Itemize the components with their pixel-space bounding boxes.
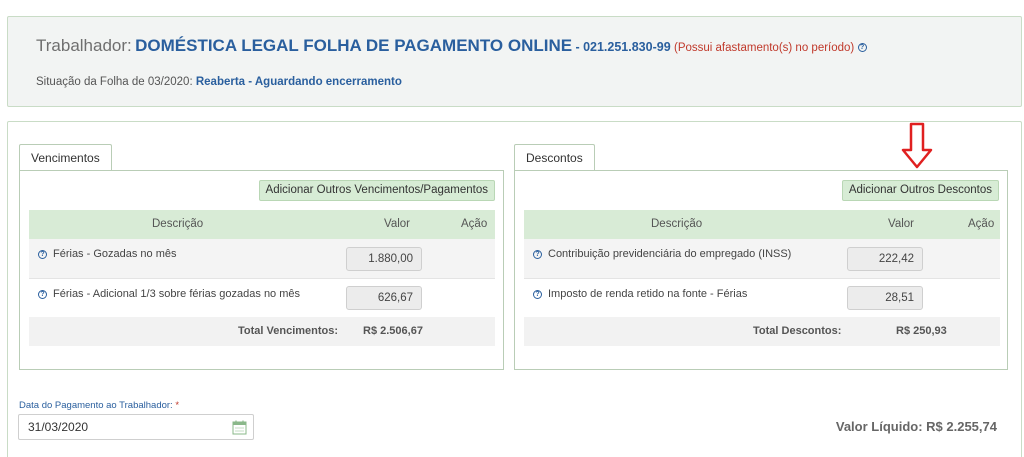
col-valor: Valor — [888, 218, 914, 230]
total-descontos-value: R$ 250,93 — [896, 325, 947, 337]
row-description: ? Contribuição previdenciária do empregad… — [533, 248, 791, 260]
payment-date-label: Data do Pagamento ao Trabalhador: * — [19, 400, 180, 411]
table-row: ? Contribuição previdenciária do empregad… — [524, 239, 1000, 279]
col-acao: Ação — [461, 218, 488, 230]
row-value: 1.880,00 — [346, 247, 422, 271]
total-vencimentos-value: R$ 2.506,67 — [363, 325, 423, 337]
tab-vencimentos[interactable]: Vencimentos — [19, 144, 112, 171]
add-descontos-button[interactable]: Adicionar Outros Descontos — [841, 180, 999, 201]
situacao-label: Situação da Folha de 03/2020: — [36, 76, 193, 88]
descontos-table-header: Descrição Valor Ação — [524, 210, 1000, 239]
afastamento-note: (Possui afastamento(s) no período) — [674, 42, 855, 54]
trabalhador-cpf: - 021.251.830-99 — [575, 40, 671, 54]
required-mark: * — [175, 400, 180, 411]
row-value: 28,51 — [847, 286, 923, 310]
total-descontos-row: Total Descontos: R$ 250,93 — [524, 317, 1000, 346]
table-row: ? Férias - Adicional 1/3 sobre férias goz… — [29, 279, 495, 319]
table-row: ? Imposto de renda retido na fonte - Féri… — [524, 279, 1000, 319]
tab-descontos[interactable]: Descontos — [514, 144, 595, 171]
col-descricao: Descrição — [651, 218, 703, 230]
help-icon[interactable]: ? — [533, 289, 542, 299]
help-icon[interactable]: ? — [38, 289, 47, 299]
trabalhador-label: Trabalhador: — [36, 36, 132, 55]
total-descontos-label: Total Descontos: — [753, 325, 842, 337]
payment-date-value: 31/03/2020 — [28, 420, 89, 434]
vencimentos-table-header: Descrição Valor Ação — [29, 210, 495, 239]
total-vencimentos-label: Total Vencimentos: — [238, 325, 339, 337]
col-acao: Ação — [968, 218, 995, 230]
vencimentos-panel: Adicionar Outros Vencimentos/Pagamentos … — [19, 170, 504, 370]
valor-liquido: Valor Líquido: R$ 2.255,74 — [835, 419, 997, 434]
col-descricao: Descrição — [152, 218, 204, 230]
help-icon[interactable]: ? — [38, 249, 47, 259]
help-icon[interactable]: ? — [533, 249, 542, 259]
trabalhador-name: DOMÉSTICA LEGAL FOLHA DE PAGAMENTO ONLIN… — [135, 36, 573, 55]
trabalhador-line: Trabalhador: DOMÉSTICA LEGAL FOLHA DE PA… — [36, 36, 867, 56]
table-row: ? Férias - Gozadas no mês 1.880,00 — [29, 239, 495, 279]
row-value: 626,67 — [346, 286, 422, 310]
row-description: ? Imposto de renda retido na fonte - Féri… — [533, 288, 747, 300]
total-vencimentos-row: Total Vencimentos: R$ 2.506,67 — [29, 317, 495, 346]
arrow-down-icon — [901, 122, 933, 169]
situacao-line: Situação da Folha de 03/2020: Reaberta -… — [36, 76, 402, 88]
row-value: 222,42 — [847, 247, 923, 271]
row-description: ? Férias - Gozadas no mês — [38, 248, 177, 260]
header-panel: Trabalhador: DOMÉSTICA LEGAL FOLHA DE PA… — [7, 16, 1022, 107]
col-valor: Valor — [384, 218, 410, 230]
situacao-value: Reaberta - Aguardando encerramento — [195, 76, 402, 88]
descontos-panel: Adicionar Outros Descontos Descrição Val… — [514, 170, 1008, 370]
add-vencimentos-button[interactable]: Adicionar Outros Vencimentos/Pagamentos — [258, 180, 495, 201]
row-description: ? Férias - Adicional 1/3 sobre férias goz… — [38, 288, 300, 300]
payment-date-input[interactable]: 31/03/2020 — [18, 414, 254, 440]
calendar-icon[interactable] — [232, 420, 247, 435]
help-icon[interactable]: ? — [857, 43, 867, 53]
